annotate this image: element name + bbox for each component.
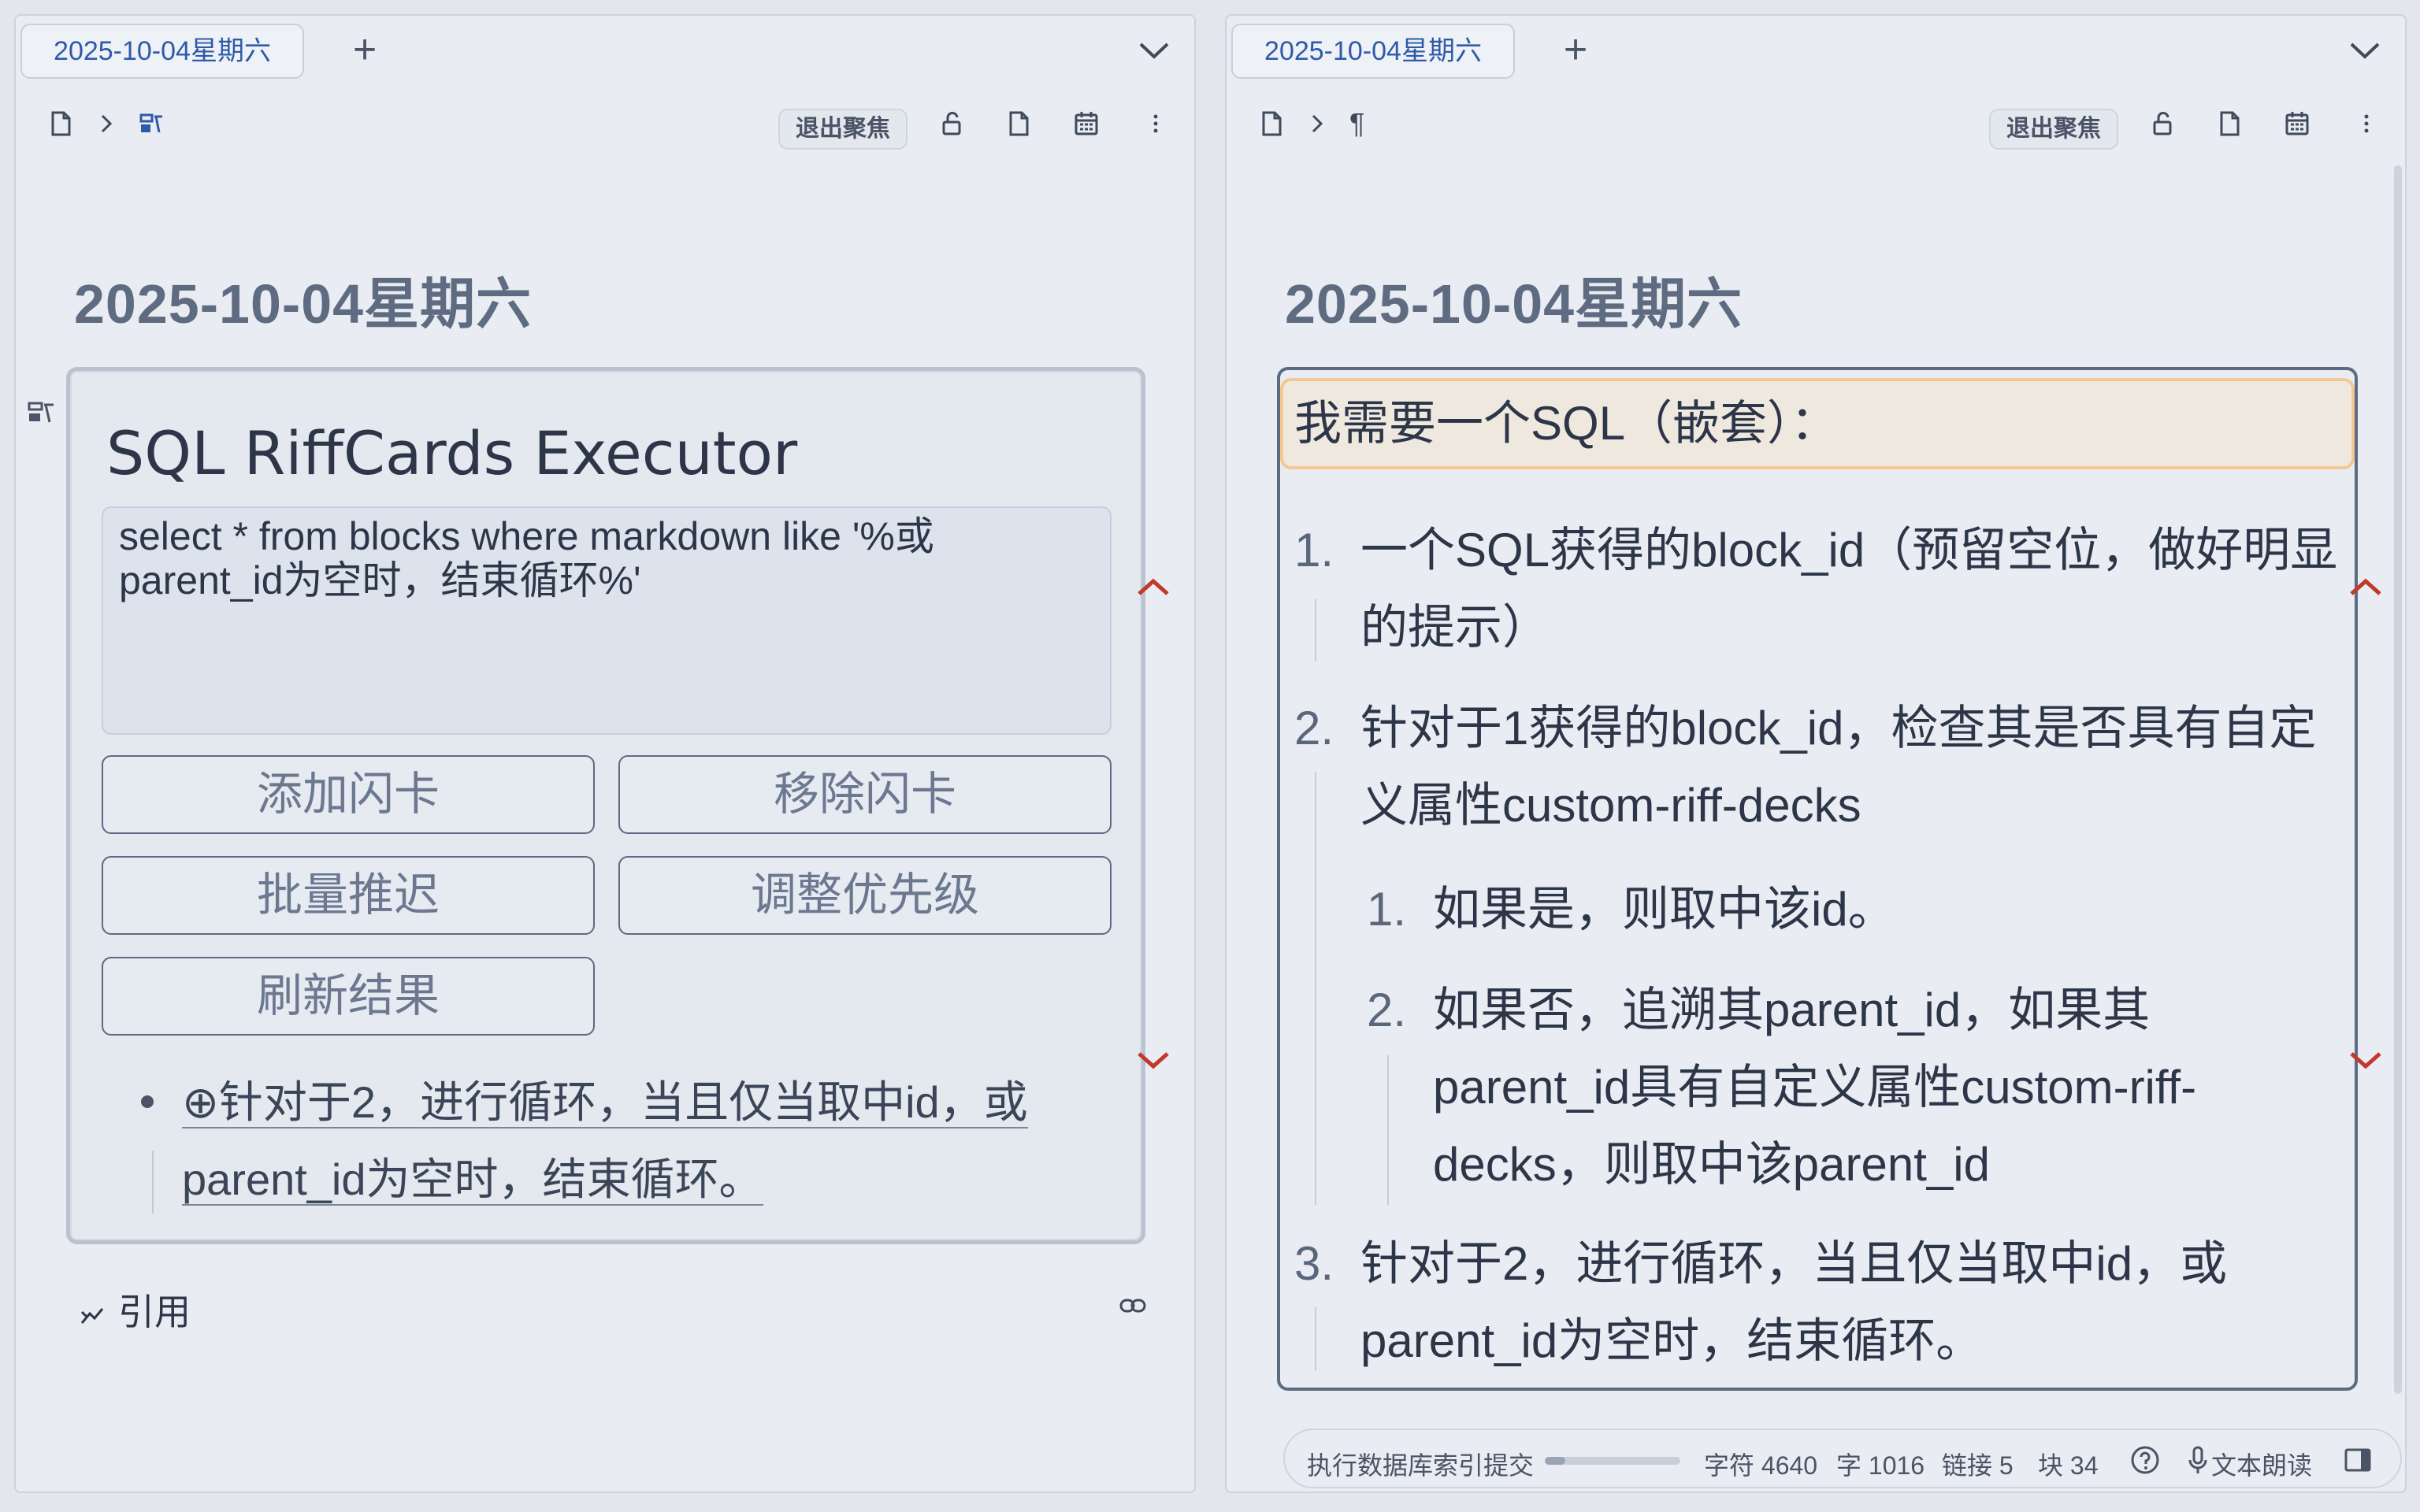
more-vertical-icon[interactable] — [1142, 110, 1169, 137]
block-count: 块 34 — [2038, 1451, 2099, 1480]
document-icon[interactable] — [47, 110, 74, 137]
result-block-ref[interactable]: ⊕针对于2，进行循环，当且仅当取中id，或 parent_id为空时，结束循环。 — [182, 1064, 1112, 1218]
chevron-up-icon[interactable] — [2348, 575, 2383, 598]
list-item[interactable]: 针对于1获得的block_id，检查其是否具有自定 义属性custom-riff… — [1360, 690, 2317, 844]
list-guide-line — [1315, 598, 1316, 662]
add-flashcard-button[interactable]: 添加闪卡 — [102, 755, 595, 834]
tab-document[interactable]: 2025-10-04星期六 — [1231, 24, 1515, 79]
thread-line — [152, 1151, 154, 1214]
unlock-icon[interactable] — [939, 110, 966, 137]
sidebar-toggle-icon[interactable] — [2344, 1447, 2372, 1473]
task-status: 执行数据库索引提交 — [1307, 1451, 1535, 1480]
list-item[interactable]: 一个SQL获得的block_id（预留空位，做好明显 的提示） — [1360, 512, 2337, 666]
sql-riffcards-widget: SQL RiffCards Executor select * from blo… — [66, 367, 1145, 1244]
chevron-down-icon[interactable] — [1138, 39, 1171, 63]
list-item[interactable]: 如果是，则取中该id。 — [1433, 871, 1895, 948]
left-editor-pane: 2025-10-04星期六 + 退出聚焦 2025-10-04星期六 SQL R… — [14, 14, 1196, 1493]
word-count: 字 1016 — [1836, 1451, 1925, 1480]
read-aloud-button[interactable]: 文本朗读 — [2211, 1446, 2312, 1482]
list-item-line: 的提示） — [1360, 601, 1550, 654]
list-item-line: decks，则取中该parent_id — [1433, 1138, 1990, 1191]
microphone-icon[interactable] — [2186, 1444, 2210, 1476]
list-number: 2. — [1367, 984, 1407, 1036]
chevron-down-icon[interactable] — [2348, 39, 2381, 63]
list-number: 1. — [1294, 524, 1334, 576]
list-item-line: parent_id为空时，结束循环。 — [1360, 1314, 1984, 1367]
tab-document[interactable]: 2025-10-04星期六 — [20, 24, 304, 79]
list-item-line: parent_id具有自定义属性custom-riff- — [1433, 1061, 2197, 1114]
page-title[interactable]: 2025-10-04星期六 — [74, 260, 532, 339]
exit-focus-button[interactable]: 退出聚焦 — [1989, 109, 2118, 150]
block-handle-icon[interactable] — [27, 398, 57, 428]
list-number: 3. — [1294, 1237, 1334, 1290]
list-item-line: 一个SQL获得的block_id（预留空位，做好明显 — [1360, 524, 2338, 576]
scrollbar[interactable] — [2394, 165, 2402, 1394]
list-guide-line — [1315, 1307, 1316, 1370]
progress-fill — [1545, 1457, 1565, 1465]
adjust-priority-button[interactable]: 调整优先级 — [618, 856, 1112, 935]
list-item-line: 义属性custom-riff-decks — [1360, 779, 1861, 832]
result-line-2: parent_id为空时，结束循环。 — [182, 1154, 763, 1206]
result-line-1: ⊕针对于2，进行循环，当且仅当取中id，或 — [182, 1077, 1028, 1128]
backlinks-section[interactable]: 引用 — [79, 1284, 191, 1336]
page-title[interactable]: 2025-10-04星期六 — [1285, 260, 1743, 339]
list-guide-line — [1387, 1055, 1389, 1205]
list-item[interactable]: 针对于2，进行循环，当且仅当取中id，或 parent_id为空时，结束循环。 — [1360, 1225, 2227, 1380]
help-icon[interactable] — [2129, 1444, 2161, 1476]
bullet-icon — [141, 1095, 154, 1108]
tab-bar: 2025-10-04星期六 + — [16, 16, 1194, 87]
list-item-line: 针对于1获得的block_id，检查其是否具有自定 — [1360, 702, 2317, 754]
sql-query-input[interactable]: select * from blocks where markdown like… — [102, 506, 1112, 735]
progress-bar — [1545, 1457, 1680, 1465]
refresh-results-button[interactable]: 刷新结果 — [102, 957, 595, 1036]
list-number: 2. — [1294, 702, 1334, 754]
batch-postpone-button[interactable]: 批量推迟 — [102, 856, 595, 935]
widget-title: SQL RiffCards Executor — [106, 418, 798, 488]
link-count: 链接 5 — [1942, 1451, 2014, 1480]
list-number: 1. — [1367, 883, 1407, 936]
chevron-up-icon[interactable] — [1136, 575, 1171, 598]
chevron-down-icon[interactable] — [2348, 1049, 2383, 1073]
add-tab-icon[interactable]: + — [1556, 29, 1595, 71]
paragraph-icon[interactable]: ¶ — [1349, 109, 1376, 138]
chevron-right-icon — [1312, 114, 1323, 133]
exit-focus-button[interactable]: 退出聚焦 — [778, 109, 908, 150]
unlock-icon[interactable] — [2150, 110, 2177, 137]
widget-block-icon[interactable] — [139, 110, 165, 137]
list-item-line: 如果否，追溯其parent_id，如果其 — [1433, 984, 2151, 1036]
chevron-right-icon — [101, 114, 113, 133]
calendar-icon[interactable] — [2284, 110, 2311, 137]
breadcrumb: 退出聚焦 — [16, 94, 1194, 150]
document-icon[interactable] — [1258, 110, 1285, 137]
list-guide-line — [1315, 772, 1316, 1205]
status-bar: 执行数据库索引提交 字符 4640 字 1016 链接 5 块 34 文本朗读 — [1283, 1429, 2402, 1488]
list-item-line: 如果是，则取中该id。 — [1433, 883, 1895, 936]
add-tab-icon[interactable]: + — [345, 29, 384, 71]
tab-bar: 2025-10-04星期六 + — [1227, 16, 2405, 87]
breadcrumb: ¶ 退出聚焦 — [1227, 94, 2405, 150]
file-icon[interactable] — [2216, 110, 2243, 137]
more-vertical-icon[interactable] — [2353, 110, 2380, 137]
list-item-line: 针对于2，进行循环，当且仅当取中id，或 — [1360, 1237, 2228, 1290]
link-icon[interactable] — [1119, 1292, 1147, 1320]
remove-flashcard-button[interactable]: 移除闪卡 — [618, 755, 1112, 834]
char-count: 字符 4640 — [1704, 1451, 1818, 1480]
heading-block[interactable]: 我需要一个SQL（嵌套）： — [1280, 378, 2355, 469]
backlinks-label: 引用 — [118, 1292, 191, 1332]
file-icon[interactable] — [1005, 110, 1032, 137]
backlink-icon — [80, 1307, 104, 1324]
calendar-icon[interactable] — [1073, 110, 1100, 137]
list-item[interactable]: 如果否，追溯其parent_id，如果其 parent_id具有自定义属性cus… — [1433, 972, 2196, 1203]
right-editor-pane: 2025-10-04星期六 + ¶ 退出聚焦 2025-10-04星期六 我需要… — [1225, 14, 2407, 1493]
chevron-down-icon[interactable] — [1136, 1049, 1171, 1073]
